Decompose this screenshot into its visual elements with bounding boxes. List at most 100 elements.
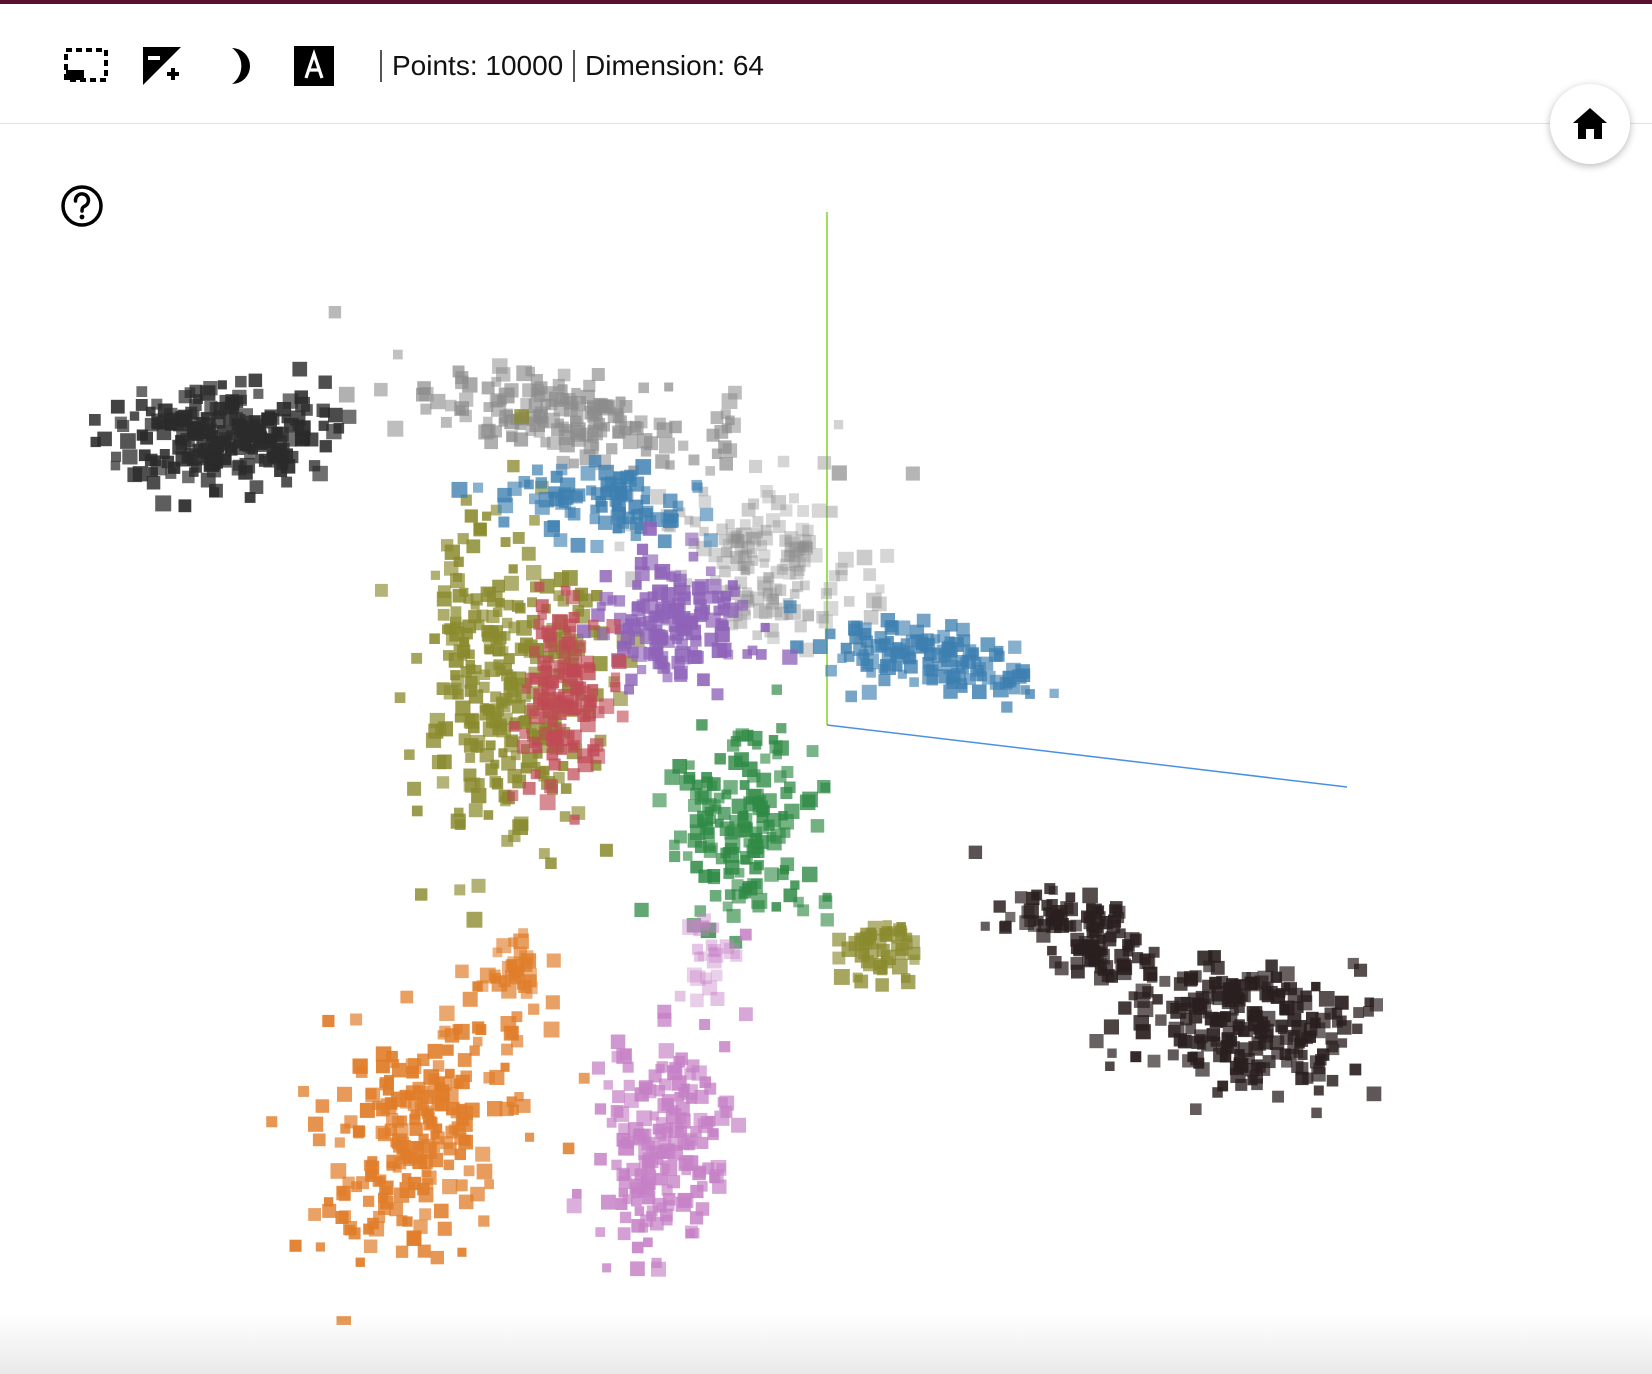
point-bags[interactable] <box>661 587 676 602</box>
point-trousers[interactable] <box>685 1229 695 1239</box>
point-sneakers[interactable] <box>430 570 440 580</box>
point-shirts[interactable] <box>690 788 702 800</box>
point-dresses[interactable] <box>455 964 469 979</box>
point-bags[interactable] <box>705 566 716 577</box>
point-dresses[interactable] <box>455 1179 468 1192</box>
point-dresses[interactable] <box>506 1096 517 1107</box>
point-sneakers[interactable] <box>479 748 494 763</box>
point-tshirts[interactable] <box>271 435 288 451</box>
point-gray-trail[interactable] <box>484 435 498 450</box>
point-dresses[interactable] <box>390 1137 400 1148</box>
point-sandals[interactable] <box>1071 964 1085 979</box>
point-bags[interactable] <box>631 601 643 612</box>
point-sneakers[interactable] <box>466 911 483 928</box>
point-gray-trail[interactable] <box>880 548 895 563</box>
point-gray-trail[interactable] <box>777 455 790 468</box>
point-tshirts[interactable] <box>244 492 256 503</box>
point-gray-trail[interactable] <box>719 457 733 471</box>
point-sandals[interactable] <box>1167 1049 1179 1061</box>
point-tshirts[interactable] <box>150 455 161 467</box>
point-sandals[interactable] <box>1155 1014 1167 1026</box>
point-dresses[interactable] <box>378 1202 391 1215</box>
point-gray-trail[interactable] <box>689 516 701 528</box>
point-tshirts[interactable] <box>146 476 161 490</box>
point-gray-trail[interactable] <box>459 392 474 407</box>
point-shirts[interactable] <box>772 749 782 760</box>
point-shirts[interactable] <box>764 867 779 882</box>
point-gray-trail[interactable] <box>716 556 730 570</box>
point-sneakers[interactable] <box>862 943 879 959</box>
point-shirts[interactable] <box>780 787 793 799</box>
point-trousers[interactable] <box>657 1012 672 1027</box>
point-tshirts[interactable] <box>148 467 158 477</box>
point-pullovers[interactable] <box>574 685 591 702</box>
point-tshirts[interactable] <box>178 499 192 513</box>
point-dresses[interactable] <box>395 1245 409 1258</box>
point-sandals[interactable] <box>1115 928 1126 939</box>
point-tshirts[interactable] <box>281 476 293 488</box>
point-dresses[interactable] <box>442 1044 454 1056</box>
point-boots[interactable] <box>1008 640 1022 654</box>
point-shirts[interactable] <box>752 740 762 750</box>
point-pullovers[interactable] <box>534 581 545 592</box>
point-boots[interactable] <box>555 463 568 476</box>
point-bags[interactable] <box>636 543 649 555</box>
point-sneakers[interactable] <box>514 409 529 424</box>
point-sneakers[interactable] <box>465 649 475 660</box>
point-sneakers[interactable] <box>852 972 863 983</box>
point-sneakers[interactable] <box>375 583 388 597</box>
point-dresses[interactable] <box>427 1043 443 1059</box>
point-shirts[interactable] <box>753 860 764 871</box>
point-dresses[interactable] <box>525 1132 535 1142</box>
point-pullovers[interactable] <box>529 672 541 684</box>
point-gray-trail[interactable] <box>615 415 627 428</box>
point-gray-trail[interactable] <box>749 459 763 473</box>
point-bags[interactable] <box>599 570 612 583</box>
point-tshirts[interactable] <box>97 431 112 447</box>
point-tshirts[interactable] <box>292 361 308 377</box>
point-trousers[interactable] <box>611 1159 622 1171</box>
point-gray-trail[interactable] <box>802 524 814 537</box>
point-tshirts[interactable] <box>165 467 177 479</box>
point-dresses[interactable] <box>528 1003 540 1015</box>
point-sneakers[interactable] <box>492 579 505 593</box>
point-trousers[interactable] <box>591 1061 605 1075</box>
point-trousers[interactable] <box>709 946 720 957</box>
point-gray-trail[interactable] <box>905 466 920 481</box>
point-shirts[interactable] <box>652 793 667 808</box>
point-shirts[interactable] <box>732 730 743 741</box>
point-sneakers[interactable] <box>501 631 511 641</box>
point-boots[interactable] <box>473 482 484 493</box>
point-pullovers[interactable] <box>529 646 540 657</box>
point-sandals[interactable] <box>1152 994 1163 1005</box>
point-sandals[interactable] <box>1031 889 1043 901</box>
point-gray-trail[interactable] <box>622 434 638 450</box>
point-sneakers[interactable] <box>482 703 493 714</box>
point-dresses[interactable] <box>578 1072 590 1084</box>
point-gray-trail[interactable] <box>664 382 674 392</box>
point-bags[interactable] <box>674 585 691 602</box>
point-sandals[interactable] <box>1130 1051 1142 1063</box>
point-tshirts[interactable] <box>241 426 258 443</box>
point-sneakers[interactable] <box>501 834 514 847</box>
point-trousers[interactable] <box>702 980 718 996</box>
point-tshirts[interactable] <box>216 452 232 468</box>
point-gray-trail[interactable] <box>583 439 599 455</box>
point-sneakers[interactable] <box>465 753 476 763</box>
point-dresses[interactable] <box>437 1221 452 1236</box>
point-sandals[interactable] <box>1222 991 1239 1007</box>
point-trousers[interactable] <box>601 1194 616 1210</box>
point-dresses[interactable] <box>483 1072 495 1084</box>
point-gray-trail[interactable] <box>374 382 388 397</box>
point-gray-trail[interactable] <box>653 417 666 430</box>
point-sneakers[interactable] <box>599 843 613 857</box>
point-tshirts[interactable] <box>319 440 332 453</box>
point-sneakers[interactable] <box>875 978 889 992</box>
point-bags[interactable] <box>760 622 770 633</box>
point-bags[interactable] <box>676 623 690 637</box>
point-gray-trail[interactable] <box>590 405 602 417</box>
point-trousers[interactable] <box>566 1198 582 1214</box>
point-tshirts[interactable] <box>258 453 272 467</box>
point-gray-trail[interactable] <box>328 306 342 319</box>
point-shirts[interactable] <box>721 789 732 800</box>
